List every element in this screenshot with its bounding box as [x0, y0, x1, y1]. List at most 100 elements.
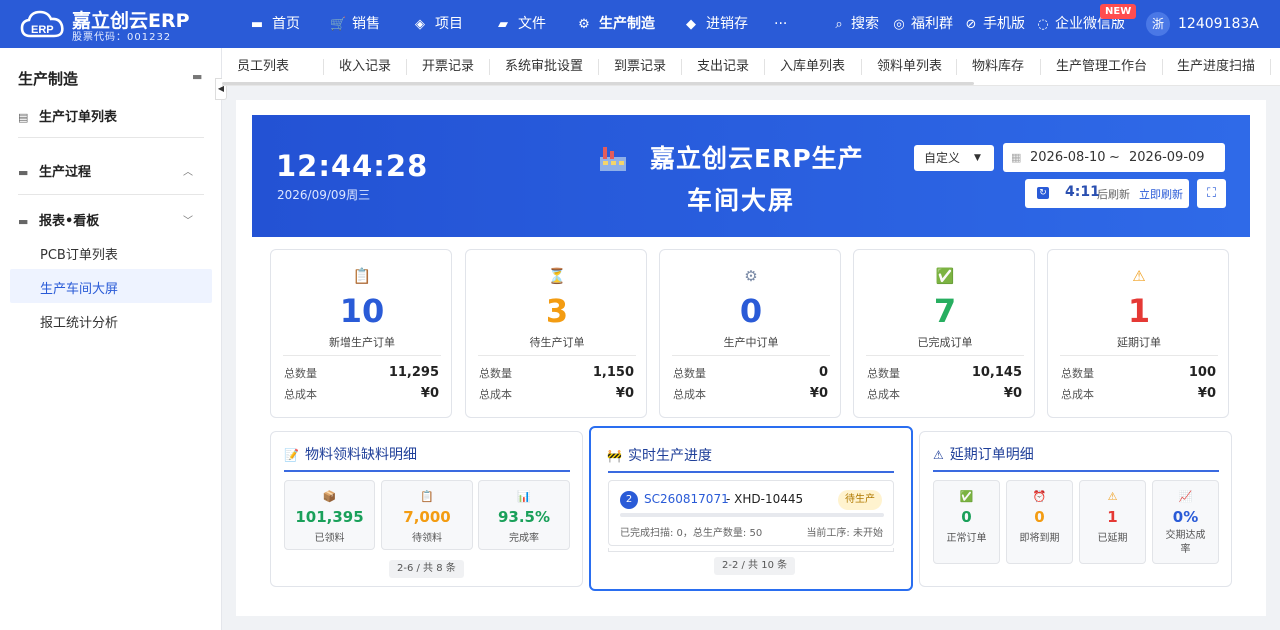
tab-approval-settings[interactable]: 系统审批设置	[505, 48, 583, 86]
total-cost-label: 总成本	[867, 388, 900, 401]
banner-title: 嘉立创云ERP生产	[650, 144, 864, 173]
range-select[interactable]: 自定义 ▼	[914, 145, 994, 171]
tab-separator	[489, 59, 490, 75]
caret-down-icon: ▼	[974, 153, 981, 163]
status-badge: 待生产	[838, 490, 882, 510]
workshop-screen: 12:44:28 2026/09/09周三 嘉立创云ERP生产 车间大屏 自定义…	[236, 100, 1266, 616]
stock-code: 股票代码：001232	[72, 32, 172, 43]
alarm-clock-icon: ⏰	[1032, 490, 1047, 503]
nav-home[interactable]: ▬ 首页	[250, 0, 300, 48]
tab-material-requisition[interactable]: 领料单列表	[877, 48, 942, 86]
folder-icon: ▰	[498, 17, 508, 32]
check-icon: ✅	[959, 490, 974, 503]
stat-label: 已完成订单	[917, 336, 973, 349]
chevron-up-icon[interactable]: ︿	[183, 163, 193, 178]
trend-chart-icon: 📈	[1178, 490, 1193, 503]
progress-panel[interactable]: 🚧 实时生产进度 2 SC260817071 - XHD-10445 待生产 已完…	[589, 426, 913, 591]
progress-detail: 已完成扫描: 0，总生产数量: 50	[620, 528, 763, 539]
welfare-group-button[interactable]: ◎ 福利群	[892, 0, 953, 48]
progress-bar	[620, 513, 884, 517]
product-code: - XHD-10445	[726, 492, 804, 506]
package-icon: 📦	[322, 490, 337, 503]
gear-icon: ⚙	[578, 17, 590, 32]
order-number-link[interactable]: SC260817071	[644, 492, 729, 506]
brand-logo[interactable]: ERP 嘉立创云ERP 股票代码：001232	[20, 6, 210, 43]
refresh-now-link[interactable]: 立即刷新	[1139, 186, 1183, 202]
tab-inbound-list[interactable]: 入库单列表	[780, 48, 845, 86]
total-qty-value: 11,295	[388, 365, 439, 380]
wechat-icon: ◎	[893, 17, 905, 32]
stat-value: 0	[1034, 508, 1045, 526]
stat-label: 待领料	[412, 533, 442, 544]
tab-production-workbench[interactable]: 生产管理工作台	[1056, 48, 1147, 86]
stat-value: 1	[1127, 292, 1151, 330]
sidebar-item-reports[interactable]: ▬ 报表•看板	[18, 210, 99, 229]
nav-manufacturing[interactable]: ⚙ 生产制造	[577, 0, 655, 48]
date-start[interactable]: 2026-08-10	[1030, 143, 1106, 172]
total-cost-label: 总成本	[284, 388, 317, 401]
sidebar-item-report-stats[interactable]: 报工统计分析	[40, 312, 118, 331]
banner-subtitle: 车间大屏	[687, 186, 796, 215]
tab-material-stock[interactable]: 物料库存	[972, 48, 1024, 86]
sidebar-item-pcb-orders[interactable]: PCB订单列表	[40, 244, 118, 263]
search-button[interactable]: ⌕ 搜索	[832, 0, 879, 48]
sidebar-item-workshop-screen[interactable]: 生产车间大屏	[40, 278, 118, 297]
total-cost-value: ¥0	[420, 386, 439, 401]
panel-title: 🚧 实时生产进度	[607, 448, 712, 464]
tab-expense-records[interactable]: 支出记录	[697, 48, 749, 86]
dashboard-banner: 12:44:28 2026/09/09周三 嘉立创云ERP生产 车间大屏 自定义…	[252, 115, 1250, 237]
tab-bar: 员工列表 收入记录 开票记录 系统审批设置 到票记录 支出记录 入库单列表 领料…	[222, 48, 1280, 86]
stat-value: 7	[933, 292, 957, 330]
clock-date: 2026/09/09周三	[277, 188, 371, 202]
tab-separator	[406, 59, 407, 75]
delay-stat-delayed: ⚠ 1 已延期	[1079, 480, 1146, 564]
tab-income-records[interactable]: 收入记录	[339, 48, 391, 86]
stat-label: 完成率	[509, 533, 539, 544]
total-cost-label: 总成本	[673, 388, 706, 401]
sidebar-title: 生产制造	[18, 70, 79, 88]
card-divider	[1060, 355, 1218, 356]
stat-value: 101,395	[295, 508, 364, 526]
stat-card-new-orders: 📋 10 新增生产订单 总数量 11,295 总成本 ¥0	[270, 249, 452, 418]
tab-separator	[1270, 59, 1271, 75]
nav-projects[interactable]: ◈ 项目	[413, 0, 463, 48]
progress-item[interactable]: 2 SC260817071 - XHD-10445 待生产 已完成扫描: 0，总…	[608, 480, 894, 546]
tab-received-invoices[interactable]: 到票记录	[614, 48, 666, 86]
avatar[interactable]: 浙	[1146, 12, 1170, 36]
next-progress-item	[608, 548, 894, 552]
list-icon: ▬	[18, 166, 29, 179]
user-account[interactable]: 12409183A	[1178, 0, 1259, 48]
clipboard-icon: 📋	[352, 267, 372, 285]
tab-separator	[1162, 59, 1163, 75]
warning-icon: ⚠	[1132, 267, 1146, 285]
tab-employee-list[interactable]: 员工列表	[237, 48, 289, 86]
tab-scrollbar[interactable]	[222, 82, 974, 85]
cloud-logo-icon: ERP	[20, 10, 64, 38]
mobile-version-button[interactable]: ⊘ 手机版	[964, 0, 1025, 48]
date-end[interactable]: 2026-09-09	[1129, 143, 1205, 172]
fullscreen-button[interactable]: ⛶	[1197, 179, 1226, 208]
panel-title: ⚠ 延期订单明细	[933, 447, 1034, 463]
total-qty-value: 10,145	[971, 365, 1022, 380]
memo-icon: 📝	[284, 448, 299, 462]
nav-files[interactable]: ▰ 文件	[496, 0, 546, 48]
stat-card-completed: ✅ 7 已完成订单 总数量 10,145 总成本 ¥0	[853, 249, 1035, 418]
sidebar-item-production-process[interactable]: ▬ 生产过程	[18, 161, 91, 180]
nav-sales[interactable]: 🛒 销售	[330, 0, 380, 48]
total-qty-value: 1,150	[592, 365, 634, 380]
date-range-picker[interactable]: ▦ 2026-08-10 ~ 2026-09-09	[1003, 143, 1225, 172]
card-divider	[866, 355, 1024, 356]
refresh-icon: ↻	[1037, 187, 1049, 199]
document-icon: ▤	[18, 111, 29, 124]
nav-inventory[interactable]: ◆ 进销存	[684, 0, 748, 48]
sidebar-item-production-orders[interactable]: ▤ 生产订单列表	[18, 106, 117, 125]
tab-invoice-records[interactable]: 开票记录	[422, 48, 474, 86]
check-icon: ✅	[935, 267, 955, 285]
monitor-pin-icon[interactable]: ▬	[192, 70, 204, 83]
chevron-down-icon[interactable]: ﹀	[183, 212, 193, 227]
material-stat-pending: 📋 7,000 待领料	[381, 480, 473, 550]
auto-refresh: ↻ 4:11 后刷新 立即刷新	[1025, 179, 1189, 208]
tab-progress-scan[interactable]: 生产进度扫描	[1177, 48, 1255, 86]
nav-more[interactable]: ···	[774, 0, 787, 48]
delay-stat-due-soon: ⏰ 0 即将到期	[1006, 480, 1073, 564]
